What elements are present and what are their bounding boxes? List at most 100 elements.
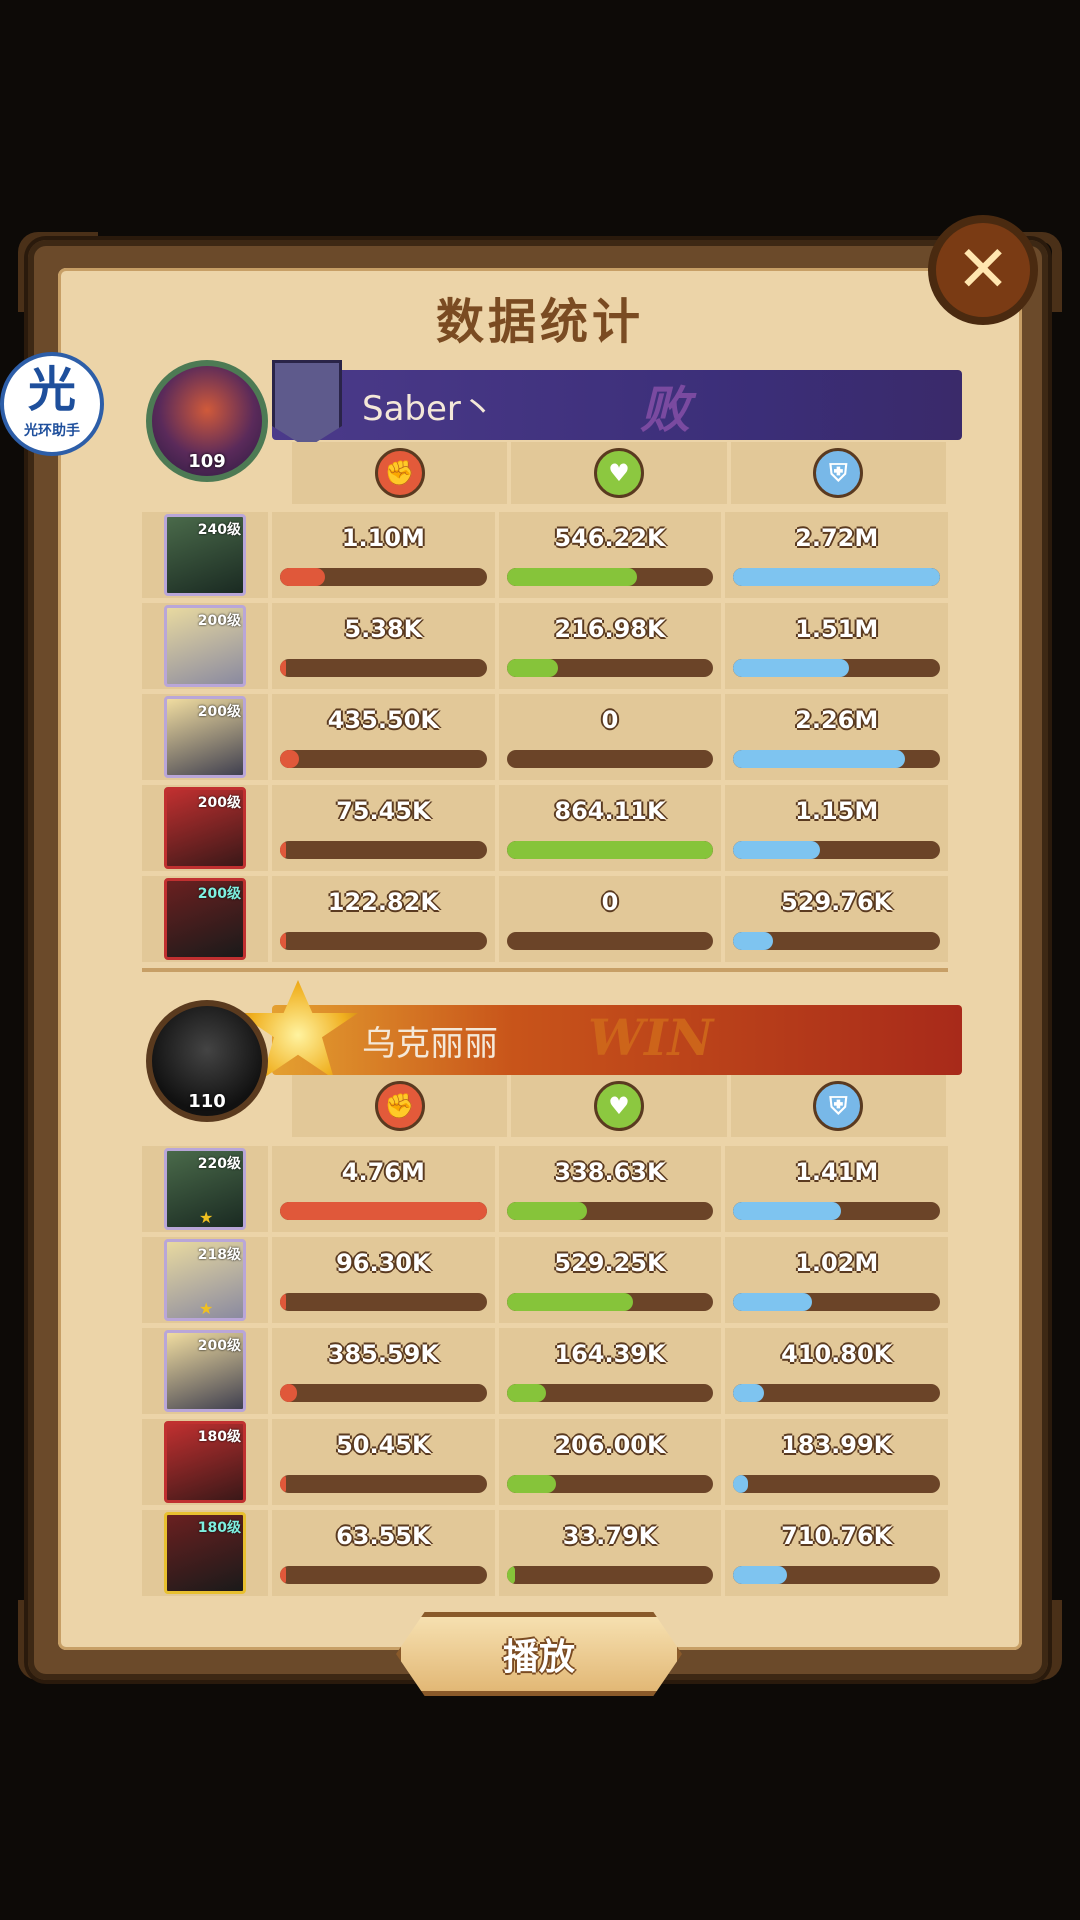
healing-bar-fill bbox=[506, 1202, 588, 1220]
player-level: 110 bbox=[188, 1091, 226, 1112]
damage-taken-value: 710.76K bbox=[781, 1522, 893, 1550]
result-label: 败 bbox=[640, 380, 690, 439]
healing-cell: 0 bbox=[498, 694, 722, 780]
damage-taken-bar-fill bbox=[733, 568, 941, 586]
hero-portrait-cell: 200级 bbox=[142, 694, 268, 780]
close-button[interactable]: ✕ bbox=[928, 215, 1038, 325]
damage-taken-bar bbox=[733, 841, 941, 859]
healing-value: 864.11K bbox=[554, 797, 666, 825]
hero-portrait[interactable]: 180级 bbox=[164, 1512, 246, 1594]
damage-taken-bar-fill bbox=[733, 1566, 788, 1584]
healing-cell: 338.63K bbox=[498, 1146, 722, 1232]
damage-taken-value: 410.80K bbox=[781, 1340, 893, 1368]
damage-taken-bar bbox=[733, 1384, 941, 1402]
damage-bar-fill bbox=[280, 841, 287, 859]
shield-icon: ⛨ bbox=[813, 448, 864, 498]
healing-value: 216.98K bbox=[554, 615, 666, 643]
healing-value: 164.39K bbox=[554, 1340, 666, 1368]
healing-bar bbox=[506, 750, 714, 768]
damage-bar bbox=[280, 1566, 487, 1584]
damage-taken-value: 2.72M bbox=[795, 524, 879, 552]
damage-bar-fill bbox=[280, 659, 287, 677]
hero-portrait[interactable]: 200级 bbox=[164, 605, 246, 687]
player-avatar[interactable]: 110 bbox=[146, 1000, 268, 1122]
damage-value: 435.50K bbox=[327, 706, 439, 734]
damage-bar-fill bbox=[280, 932, 287, 950]
player-avatar[interactable]: 109 bbox=[146, 360, 268, 482]
healing-cell: 206.00K bbox=[498, 1419, 722, 1505]
healing-cell: 546.22K bbox=[498, 512, 722, 598]
healing-value: 529.25K bbox=[554, 1249, 666, 1277]
page-title: 数据统计 bbox=[435, 294, 644, 350]
hero-row: 200级 5.38K 216.98K 1.51M bbox=[142, 603, 949, 689]
hero-portrait[interactable]: 200级 bbox=[164, 878, 246, 960]
hero-level: 200级 bbox=[197, 1338, 241, 1354]
damage-taken-bar-fill bbox=[733, 1202, 841, 1220]
hero-portrait[interactable]: 220级 ★ bbox=[164, 1148, 246, 1230]
attack-icon: ✊ bbox=[374, 1081, 425, 1131]
hero-row: 180级 50.45K 206.00K 183.99K bbox=[142, 1419, 949, 1505]
healing-cell: 33.79K bbox=[498, 1510, 722, 1596]
healing-value: 338.63K bbox=[554, 1158, 666, 1186]
damage-value: 96.30K bbox=[336, 1249, 431, 1277]
damage-taken-bar-fill bbox=[733, 841, 821, 859]
hero-level: 240级 bbox=[197, 522, 241, 538]
healing-bar-fill bbox=[506, 841, 714, 859]
hero-portrait[interactable]: 240级 bbox=[164, 514, 246, 596]
damage-bar bbox=[280, 659, 487, 677]
hero-level: 200级 bbox=[197, 886, 241, 902]
damage-bar-fill bbox=[280, 568, 326, 586]
damage-taken-value: 2.26M bbox=[795, 706, 879, 734]
healing-bar bbox=[506, 841, 714, 859]
hero-row: 200级 435.50K 0 2.26M bbox=[142, 694, 949, 780]
hero-portrait[interactable]: 180级 bbox=[164, 1421, 246, 1503]
hero-level: 180级 bbox=[197, 1520, 241, 1536]
damage-value: 385.59K bbox=[327, 1340, 439, 1368]
hero-level: 200级 bbox=[197, 704, 241, 720]
heal-icon: ♥ bbox=[593, 448, 644, 498]
healing-value: 0 bbox=[601, 706, 619, 734]
healing-bar bbox=[506, 1475, 714, 1493]
healing-bar bbox=[506, 932, 714, 950]
hero-level: 200级 bbox=[197, 795, 241, 811]
healing-bar-fill bbox=[506, 568, 637, 586]
healing-cell: 164.39K bbox=[498, 1328, 722, 1414]
hero-portrait-cell: 218级 ★ bbox=[142, 1237, 268, 1323]
result-label: WIN bbox=[588, 1008, 714, 1067]
damage-bar bbox=[280, 750, 487, 768]
damage-bar-fill bbox=[280, 750, 299, 768]
hero-portrait-cell: 200级 bbox=[142, 876, 268, 962]
healing-value: 206.00K bbox=[554, 1431, 666, 1459]
damage-taken-cell: 1.02M bbox=[725, 1237, 949, 1323]
damage-bar bbox=[280, 1475, 487, 1493]
damage-taken-bar-fill bbox=[733, 932, 773, 950]
damage-bar-fill bbox=[280, 1293, 287, 1311]
hero-portrait[interactable]: 218级 ★ bbox=[164, 1239, 246, 1321]
hero-portrait-cell: 180级 bbox=[142, 1419, 268, 1505]
damage-taken-bar bbox=[733, 932, 941, 950]
damage-cell: 385.59K bbox=[272, 1328, 495, 1414]
healing-cell: 529.25K bbox=[498, 1237, 722, 1323]
hero-portrait[interactable]: 200级 bbox=[164, 787, 246, 869]
damage-taken-cell: 529.76K bbox=[725, 876, 949, 962]
hero-row: 200级 385.59K 164.39K 410.80K bbox=[142, 1328, 949, 1414]
hero-portrait[interactable]: 200级 bbox=[164, 696, 246, 778]
hero-row: 180级 63.55K 33.79K 710.76K bbox=[142, 1510, 949, 1596]
damage-taken-cell: 410.80K bbox=[725, 1328, 949, 1414]
damage-bar bbox=[280, 1293, 487, 1311]
hero-portrait[interactable]: 200级 bbox=[164, 1330, 246, 1412]
shield-icon: ⛨ bbox=[813, 1081, 864, 1131]
hero-portrait-cell: 240级 bbox=[142, 512, 268, 598]
damage-bar-fill bbox=[280, 1384, 297, 1402]
damage-cell: 1.10M bbox=[272, 512, 495, 598]
hero-level: 218级 bbox=[197, 1247, 241, 1263]
healing-bar bbox=[506, 1384, 714, 1402]
play-button[interactable]: 播放 bbox=[396, 1612, 682, 1696]
close-icon: ✕ bbox=[956, 233, 1010, 307]
player-name: 乌克丽丽 bbox=[362, 1023, 498, 1064]
player-level: 109 bbox=[188, 451, 226, 472]
damage-taken-bar-fill bbox=[733, 1475, 748, 1493]
damage-taken-cell: 1.51M bbox=[725, 603, 949, 689]
attack-icon: ✊ bbox=[374, 448, 425, 498]
hero-level: 180级 bbox=[197, 1429, 241, 1445]
